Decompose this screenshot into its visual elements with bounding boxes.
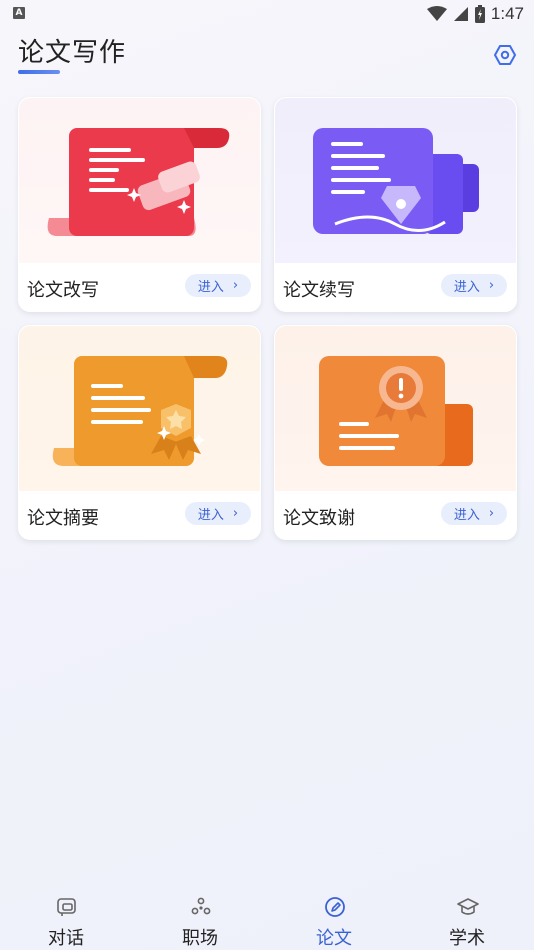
card-label: 论文改写	[27, 280, 99, 301]
settings-hexagon-icon	[494, 45, 516, 65]
chevron-right-icon: ›	[488, 506, 495, 521]
nav-label: 职场	[182, 928, 218, 949]
abstract-scroll-icon	[52, 356, 228, 466]
bottom-nav: 对话 职场 论文 学术	[0, 888, 534, 950]
status-indicators: 1:47	[426, 3, 524, 25]
continue-pen-icon	[313, 128, 479, 234]
paper-edit-icon	[325, 897, 345, 917]
chevron-right-icon: ›	[232, 278, 239, 293]
academic-cap-icon	[457, 898, 479, 915]
enter-button[interactable]: 进入 ›	[441, 274, 507, 297]
card-label: 论文摘要	[27, 508, 99, 529]
acknowledgement-illustration	[275, 326, 516, 491]
nav-item-paper[interactable]: 论文	[284, 888, 384, 950]
nav-item-workplace[interactable]: 职场	[150, 888, 250, 950]
enter-button-label: 进入	[453, 280, 480, 295]
rewrite-illustration	[19, 98, 260, 263]
nav-label: 对话	[48, 928, 84, 949]
card-paper-continue[interactable]: 论文续写 进入 ›	[274, 97, 517, 312]
card-paper-abstract[interactable]: 论文摘要 进入 ›	[18, 325, 261, 540]
notification-icon: A	[13, 7, 25, 19]
workplace-icon	[191, 897, 211, 915]
abstract-illustration	[19, 326, 260, 491]
card-label: 论文致谢	[283, 508, 355, 529]
battery-icon	[474, 5, 485, 23]
clock: 1:47	[490, 4, 524, 23]
enter-button[interactable]: 进入 ›	[185, 274, 251, 297]
card-label: 论文续写	[283, 280, 355, 301]
signal-icon	[453, 7, 468, 21]
title-underline	[18, 70, 60, 74]
continue-illustration	[275, 98, 516, 263]
enter-button[interactable]: 进入 ›	[185, 502, 251, 525]
nav-label: 学术	[449, 928, 485, 949]
chat-icon	[57, 898, 76, 916]
enter-button-label: 进入	[197, 508, 224, 523]
chevron-right-icon: ›	[488, 278, 495, 293]
nav-item-chat[interactable]: 对话	[16, 888, 116, 950]
nav-item-academic[interactable]: 学术	[417, 888, 517, 950]
card-paper-acknowledgement[interactable]: 论文致谢 进入 ›	[274, 325, 517, 540]
status-bar: A 1:47	[0, 0, 534, 28]
page-title: 论文写作	[18, 38, 127, 68]
card-paper-rewrite[interactable]: 论文改写 进入 ›	[18, 97, 261, 312]
enter-button-label: 进入	[453, 508, 480, 523]
enter-button[interactable]: 进入 ›	[441, 502, 507, 525]
wifi-icon	[426, 6, 447, 21]
settings-button[interactable]	[490, 40, 520, 70]
acknowledgement-certificate-icon	[319, 356, 473, 466]
enter-button-label: 进入	[197, 280, 224, 295]
nav-label: 论文	[316, 928, 352, 949]
rewrite-scroll-icon	[47, 128, 230, 236]
chevron-right-icon: ›	[232, 506, 239, 521]
